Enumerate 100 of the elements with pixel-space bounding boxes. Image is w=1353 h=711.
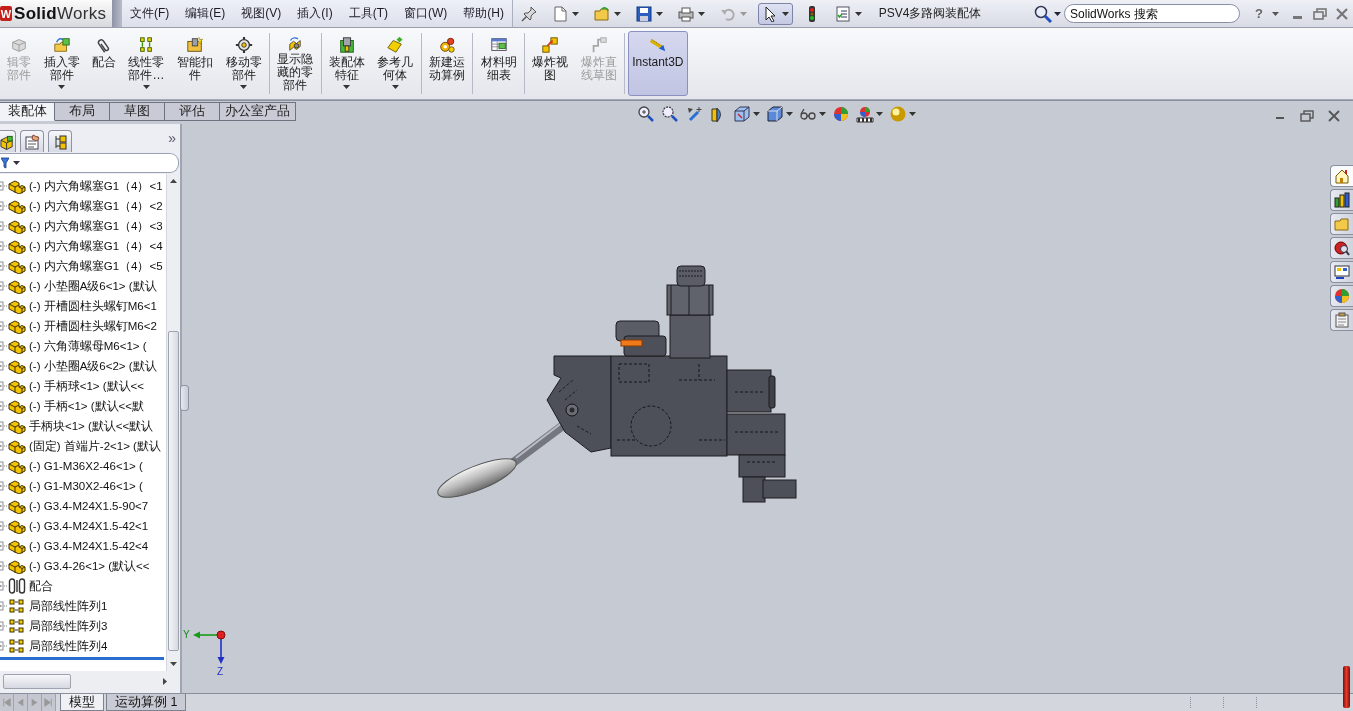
caret-icon[interactable]	[343, 85, 351, 89]
floppy-icon[interactable]	[636, 5, 652, 22]
menu-item[interactable]: 文件(F)	[122, 0, 178, 27]
task-pane-tab[interactable]	[1330, 285, 1353, 307]
printer-icon[interactable]	[678, 5, 694, 22]
tree-item[interactable]: (-) G3.4-26<1> (默认<<	[0, 556, 150, 576]
task-pane-tab[interactable]	[1330, 309, 1353, 331]
caret-icon[interactable]	[143, 85, 150, 89]
ribbon-tab[interactable]: 评估	[165, 102, 220, 121]
caret-icon[interactable]	[656, 11, 663, 16]
restore-icon[interactable]	[1300, 110, 1314, 122]
panel-tab[interactable]	[0, 130, 16, 152]
caret-icon[interactable]	[782, 11, 789, 16]
panel-tab[interactable]	[20, 130, 44, 152]
tree-item[interactable]: (-) G3.4-M24X1.5-42<1	[0, 516, 149, 536]
tree-item[interactable]: (-) 六角薄螺母M6<1> (	[0, 336, 147, 356]
tree-item[interactable]: 手柄块<1> (默认<<默认	[0, 416, 154, 436]
caret-icon[interactable]	[13, 161, 20, 165]
caret-icon[interactable]	[572, 11, 579, 16]
caret-icon[interactable]	[240, 85, 248, 89]
command-button[interactable]: 新建运动算例	[424, 31, 470, 96]
tree-item[interactable]: (-) 内六角螺塞G1（4）<5	[0, 256, 163, 276]
menu-item[interactable]: 视图(V)	[233, 0, 290, 27]
tree-item[interactable]: 局部线性阵列3	[0, 616, 108, 636]
task-pane-tab[interactable]	[1330, 261, 1353, 283]
task-pane-tab[interactable]	[1330, 237, 1353, 259]
menu-item[interactable]: 插入(I)	[289, 0, 341, 27]
splitter-handle[interactable]	[180, 385, 189, 411]
panel-tab[interactable]	[48, 130, 72, 152]
palette-icon	[1334, 264, 1350, 280]
caret-icon[interactable]	[855, 11, 862, 16]
cube-icon[interactable]	[766, 105, 784, 123]
tree-item[interactable]: 局部线性阵列1	[0, 596, 108, 616]
command-button[interactable]: 线性零部件…	[124, 31, 169, 96]
tree-item[interactable]: (-) 内六角螺塞G1（4）<2	[0, 196, 163, 216]
caret-icon[interactable]	[909, 112, 916, 116]
scrollbar-thumb[interactable]	[3, 674, 71, 689]
caret-icon[interactable]	[614, 11, 621, 16]
tree-item[interactable]: (-) 开槽圆柱头螺钉M6<2	[0, 316, 157, 336]
tree-item[interactable]: (-) 内六角螺塞G1（4）<1	[0, 176, 163, 196]
close-icon[interactable]	[1335, 7, 1349, 20]
tree-item[interactable]: (-) G1-M30X2-46<1> (	[0, 476, 143, 496]
scene-icon[interactable]	[856, 105, 874, 123]
command-button[interactable]: 装配体特征	[324, 31, 370, 96]
command-button[interactable]: 材料明细表	[476, 31, 521, 96]
menu-item[interactable]: 帮助(H)	[455, 0, 512, 27]
caret-icon[interactable]	[753, 112, 760, 116]
cube-icon[interactable]	[733, 105, 751, 123]
tree-item[interactable]: (-) 开槽圆柱头螺钉M6<1	[0, 296, 157, 316]
ribbon-tab[interactable]: 装配体	[0, 102, 55, 121]
cursor-icon[interactable]	[762, 5, 778, 22]
tree-item[interactable]: (-) 小垫圈A级6<2> (默认	[0, 356, 157, 376]
search-field[interactable]: SolidWorks 搜索	[1064, 4, 1241, 23]
help-button[interactable]: ?	[1252, 6, 1266, 21]
command-button[interactable]: 显示隐藏的零部件	[272, 31, 318, 96]
tree-item[interactable]: (固定) 首端片-2<1> (默认	[0, 436, 161, 456]
tree-item[interactable]: 配合	[0, 576, 53, 596]
restore-icon[interactable]	[1313, 7, 1327, 20]
caret-icon[interactable]	[1054, 11, 1062, 16]
search-icon[interactable]	[1034, 4, 1053, 23]
tree-item[interactable]: (-) 内六角螺塞G1（4）<3	[0, 216, 163, 236]
caret-icon[interactable]	[819, 112, 826, 116]
tree-item[interactable]: 局部线性阵列4	[0, 636, 108, 656]
bottom-tab[interactable]: 模型	[60, 694, 104, 711]
bottom-tab[interactable]: 运动算例 1	[106, 694, 187, 711]
command-button[interactable]: 插入零部件	[39, 31, 85, 96]
menu-item[interactable]: 编辑(E)	[177, 0, 234, 27]
caret-icon[interactable]	[786, 112, 793, 116]
command-button[interactable]: Instant3D	[628, 31, 688, 96]
caret-icon[interactable]	[876, 112, 883, 116]
toolbar-button[interactable]	[758, 2, 793, 25]
caret-icon[interactable]	[698, 11, 705, 16]
tree-item[interactable]: (-) G3.4-M24X1.5-42<4	[0, 536, 149, 556]
tree-item[interactable]: (-) G3.4-M24X1.5-90<7	[0, 496, 149, 516]
command-button[interactable]: 移动零部件	[221, 31, 266, 96]
caret-icon[interactable]	[58, 85, 66, 89]
menu-item[interactable]: 窗口(W)	[396, 0, 456, 27]
ribbon-tab[interactable]: 布局	[55, 102, 110, 121]
command-button[interactable]: 配合	[88, 31, 121, 96]
ribbon-tab[interactable]: 草图	[110, 102, 165, 121]
caret-icon[interactable]	[1272, 11, 1279, 16]
vertical-scrollbar[interactable]	[166, 174, 180, 671]
task-pane-tab[interactable]	[1330, 189, 1353, 211]
command-button[interactable]: 参考几何体	[373, 31, 418, 96]
task-pane-tab[interactable]	[1330, 165, 1353, 187]
filter-field[interactable]	[0, 153, 179, 173]
command-button[interactable]: 爆炸视图	[527, 31, 573, 96]
expand-button[interactable]: »	[168, 130, 176, 146]
ribbon-tab[interactable]: 办公室产品	[220, 102, 296, 121]
menu-item[interactable]: 工具(T)	[340, 0, 396, 27]
checklist-icon[interactable]	[835, 5, 851, 22]
scrollbar-thumb[interactable]	[168, 331, 179, 651]
tree-item[interactable]: (-) 手柄球<1> (默认<<	[0, 376, 144, 396]
tree-item[interactable]: (-) 小垫圈A级6<1> (默认	[0, 276, 157, 296]
close-icon[interactable]	[1327, 110, 1341, 122]
tree-item[interactable]: (-) G1-M36X2-46<1> (	[0, 456, 143, 476]
tree-item[interactable]: (-) 手柄<1> (默认<<默	[0, 396, 144, 416]
command-button[interactable]: 智能扣件	[172, 31, 218, 96]
caret-icon[interactable]	[391, 85, 399, 89]
tree-item[interactable]: (-) 内六角螺塞G1（4）<4	[0, 236, 163, 256]
